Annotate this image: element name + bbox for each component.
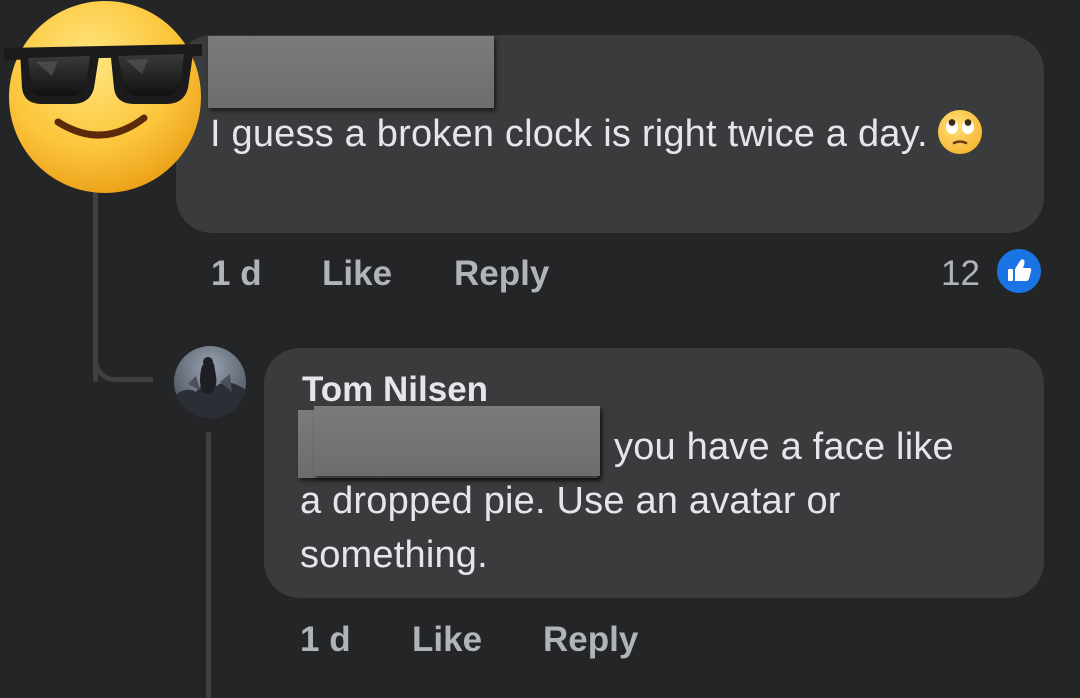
comment-timestamp[interactable]: 1 d <box>211 254 262 294</box>
reply-button[interactable]: Reply <box>543 620 638 660</box>
thumbs-up-icon[interactable] <box>994 246 1044 296</box>
thread-reply-connector <box>93 340 153 382</box>
comment-timestamp[interactable]: 1 d <box>300 620 351 660</box>
redacted-mention <box>314 406 600 476</box>
profile-photo-avatar[interactable] <box>174 346 246 418</box>
comment-text: I guess a broken clock is right twice a … <box>210 107 1010 161</box>
comment-text-line: something. <box>300 534 488 576</box>
comment-text-line: you have a face like <box>614 426 954 468</box>
comment-text-line: a dropped pie. Use an avatar or <box>300 480 841 522</box>
eye-roll-emoji-icon <box>937 109 982 154</box>
reaction-count[interactable]: 12 <box>941 254 980 294</box>
like-button[interactable]: Like <box>322 254 392 294</box>
comment-bubble[interactable]: Tom Nilsen you have a face like a droppe… <box>264 348 1044 598</box>
comment-author-name[interactable]: Tom Nilsen <box>302 370 488 410</box>
comment-bubble[interactable]: I guess a broken clock is right twice a … <box>176 35 1044 233</box>
reply-button[interactable]: Reply <box>454 254 549 294</box>
redacted-author-name <box>208 36 494 108</box>
sunglasses-emoji-avatar[interactable] <box>2 0 207 195</box>
thread-line <box>206 432 211 698</box>
like-button[interactable]: Like <box>412 620 482 660</box>
comment-body: I guess a broken clock is right twice a … <box>210 113 928 155</box>
comment-thread: I guess a broken clock is right twice a … <box>0 0 1080 698</box>
